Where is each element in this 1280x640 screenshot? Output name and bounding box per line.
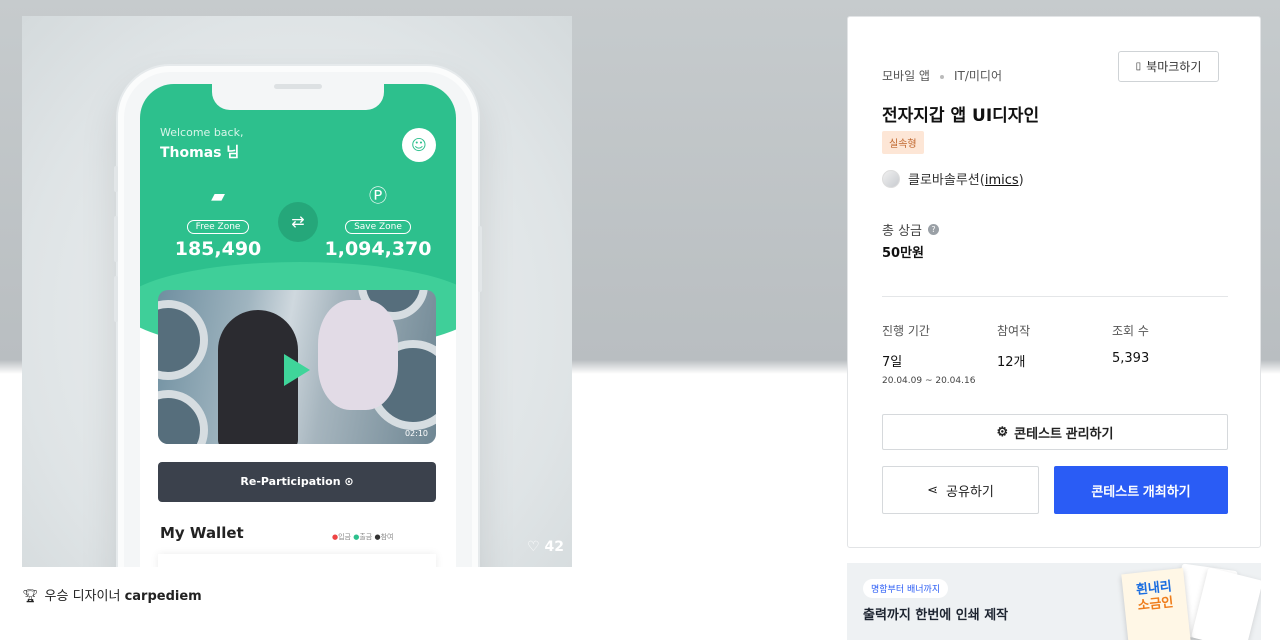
ad-pill: 명함부터 배너까지 — [863, 579, 949, 598]
heart-icon: ♡ — [527, 539, 540, 555]
free-zone-label: Free Zone — [186, 220, 250, 234]
smile-face-icon: ☺ — [402, 128, 436, 162]
prize-label: 총 상금 ? — [882, 220, 940, 239]
free-zone: ▰ Free Zone 185,490 — [158, 184, 278, 260]
shuffle-icon: ⇄ — [278, 202, 318, 242]
views-value: 5,393 — [1112, 351, 1150, 366]
manage-contest-button[interactable]: ⚙ 콘테스트 관리하기 — [882, 414, 1228, 450]
plan-badge: 실속형 — [882, 131, 924, 154]
contest-info-panel: 모바일 앱 IT/미디어 ▯ 북마크하기 전자지갑 앱 UI디자인 실속형 클로바… — [847, 16, 1261, 548]
winner-designer: 🏆︎ 우승 디자이너 carpediem — [22, 589, 202, 604]
contest-title: 전자지갑 앱 UI디자인 — [882, 106, 1040, 126]
ad-text: 출력까지 한번에 인쇄 제작 — [863, 608, 1009, 623]
wallet-legend: ●입금 ●출금 ●참여 — [332, 533, 394, 541]
bookmark-icon: ▯ — [1135, 61, 1142, 72]
play-icon — [284, 354, 310, 386]
host-info: 클로바솔루션(imics) — [882, 169, 1024, 188]
video-thumbnail: 02:10 — [158, 290, 436, 444]
wallet-title: My Wallet — [160, 524, 244, 542]
stat-views: 조회 수 5,393 — [1112, 324, 1150, 366]
period-range: 20.04.09 ~ 20.04.16 — [882, 376, 976, 386]
category-mobile-app[interactable]: 모바일 앱 — [882, 69, 930, 83]
ad-banner[interactable]: 명함부터 배너까지 출력까지 한번에 인쇄 제작 흰내리 소금인 — [847, 563, 1261, 640]
share-button[interactable]: ⋖ 공유하기 — [882, 466, 1039, 514]
save-zone: Ⓟ Save Zone 1,094,370 — [318, 184, 438, 260]
user-name: Thomas 님 — [160, 145, 240, 161]
save-zone-value: 1,094,370 — [324, 238, 432, 260]
stat-period: 진행 기간 7일 20.04.09 ~ 20.04.16 — [882, 324, 976, 386]
stat-entries: 참여작 12개 — [997, 324, 1031, 370]
designer-name[interactable]: carpediem — [125, 589, 202, 604]
host-name: 클로바솔루션 — [908, 173, 980, 188]
entries-value: 12개 — [997, 355, 1026, 370]
host-avatar — [882, 169, 900, 188]
like-count[interactable]: ♡ 42 — [527, 539, 564, 555]
trophy-icon: 🏆︎ — [22, 589, 39, 604]
ad-book-image: 흰내리 소금인 — [1121, 567, 1191, 640]
app-screen: Welcome back, Thomas 님 ☺ ▰ Free Zone 185… — [140, 84, 456, 567]
category-breadcrumb: 모바일 앱 IT/미디어 — [882, 67, 1002, 84]
prize-value: 50만원 — [882, 246, 925, 261]
wallet-icon: ▰ — [211, 186, 225, 207]
question-icon[interactable]: ? — [928, 224, 940, 235]
welcome-text: Welcome back, — [160, 126, 244, 139]
share-icon: ⋖ — [927, 482, 939, 497]
arrow-circle-icon: ⊙ — [344, 475, 354, 488]
wallet-card — [158, 554, 436, 567]
gear-icon: ⚙ — [996, 424, 1009, 439]
bookmark-button[interactable]: ▯ 북마크하기 — [1118, 51, 1219, 82]
phone-mockup: Welcome back, Thomas 님 ☺ ▰ Free Zone 185… — [114, 66, 482, 567]
coin-icon: Ⓟ — [369, 186, 387, 207]
re-participation-label: Re-Participation — [240, 475, 341, 488]
contest-hero-image[interactable]: Welcome back, Thomas 님 ☺ ▰ Free Zone 185… — [22, 16, 572, 567]
category-it-media[interactable]: IT/미디어 — [954, 69, 1002, 83]
save-zone-label: Save Zone — [345, 220, 411, 234]
re-participation-button: Re-Participation ⊙ — [158, 462, 436, 502]
host-id-link[interactable]: imics — [985, 173, 1019, 188]
period-value: 7일 — [882, 355, 903, 370]
host-contest-button[interactable]: 콘테스트 개최하기 — [1054, 466, 1228, 514]
free-zone-value: 185,490 — [174, 238, 262, 260]
divider — [882, 296, 1228, 297]
video-duration: 02:10 — [404, 429, 428, 438]
